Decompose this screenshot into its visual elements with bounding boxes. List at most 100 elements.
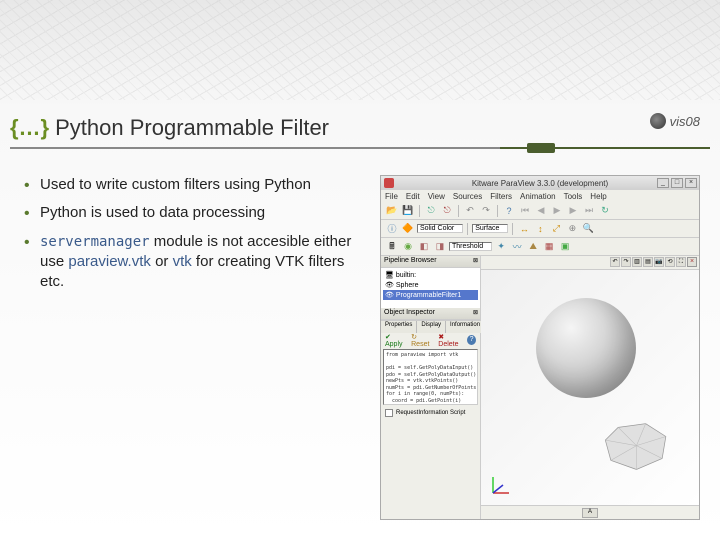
logo-sphere-icon	[650, 113, 666, 129]
reset-cam-icon[interactable]: ⟲	[665, 257, 675, 267]
script-textarea[interactable]: from paraview import vtk pdi = self.GetP…	[383, 349, 478, 405]
help-icon[interactable]: ?	[502, 204, 516, 218]
threshold-dropdown[interactable]: Threshold	[449, 242, 492, 251]
brace-icon: {…}	[10, 115, 49, 141]
orientation-axes-icon	[489, 473, 513, 497]
menu-filters[interactable]: Filters	[490, 192, 512, 201]
apply-button[interactable]: ✔ Apply	[385, 333, 407, 348]
app-icon	[384, 178, 394, 188]
zoom-icon[interactable]: 🔍	[581, 222, 595, 236]
minimize-button[interactable]: _	[657, 178, 669, 188]
bullet-item: Python is used to data processing	[20, 203, 360, 223]
glyph-icon[interactable]: ✦	[494, 240, 508, 254]
calculator-icon[interactable]: 🖩	[385, 240, 399, 254]
loop-icon[interactable]: ↻	[598, 204, 612, 218]
pipeline-browser-header[interactable]: Pipeline Browser ⊠	[381, 256, 480, 268]
vcr-first-icon[interactable]: ⏮	[518, 204, 532, 218]
view-close-icon[interactable]: ×	[687, 257, 697, 267]
warp-icon[interactable]: ⛰	[526, 240, 540, 254]
menu-edit[interactable]: Edit	[406, 192, 420, 201]
clip-icon[interactable]: ◧	[417, 240, 431, 254]
stream-icon[interactable]: 〰	[510, 240, 524, 254]
undo-icon[interactable]: ↶	[463, 204, 477, 218]
bullet-item: servermanager module is not accesible ei…	[20, 232, 360, 293]
extract-icon[interactable]: ▣	[558, 240, 572, 254]
tree-item-filter[interactable]: 👁 ProgrammableFilter1	[383, 290, 478, 300]
object-inspector-header[interactable]: Object Inspector ⊠	[381, 308, 480, 320]
content-area: Used to write custom filters using Pytho…	[20, 175, 700, 520]
delete-button[interactable]: ✖ Delete	[438, 333, 463, 348]
slide-title: Python Programmable Filter	[55, 115, 329, 141]
split-h-icon[interactable]: ▥	[632, 257, 642, 267]
texture-overlay	[0, 0, 720, 100]
menu-sources[interactable]: Sources	[453, 192, 482, 201]
viewport: ↶ ↷ ▥ ▤ 📷 ⟲ ⛶ ×	[481, 256, 699, 519]
tree-item-builtin[interactable]: 🖥 builtin:	[383, 270, 478, 280]
tree-item-sphere[interactable]: 👁 Sphere	[383, 280, 478, 290]
bullet-item: Used to write custom filters using Pytho…	[20, 175, 360, 195]
toolbar-separator	[458, 205, 459, 217]
app-body: Pipeline Browser ⊠ 🖥 builtin: 👁 Sphere 👁…	[381, 256, 699, 519]
annotation-button[interactable]: A	[582, 508, 598, 518]
pane-close-icon[interactable]: ⊠	[473, 257, 478, 264]
toolbar-secondary: ⓘ 🔶 Solid Color Surface ↔ ↕ ⤢ ⊕ 🔍	[381, 220, 699, 238]
render-view[interactable]	[481, 270, 699, 505]
contour-icon[interactable]: ◉	[401, 240, 415, 254]
menu-file[interactable]: File	[385, 192, 398, 201]
toolbar-filters: 🖩 ◉ ◧ ◨ Threshold ✦ 〰 ⛰ ▦ ▣	[381, 238, 699, 256]
tab-display[interactable]: Display	[417, 321, 446, 333]
window-title: Kitware ParaView 3.3.0 (development)	[472, 179, 608, 188]
reset-button[interactable]: ↻ Reset	[411, 333, 434, 348]
tab-information[interactable]: Information	[446, 321, 485, 333]
vcr-fwd-icon[interactable]: ▶	[566, 204, 580, 218]
center-icon[interactable]: ⊕	[565, 222, 579, 236]
color-by-dropdown[interactable]: Solid Color	[417, 224, 463, 233]
inspector-buttons: ✔ Apply ↻ Reset ✖ Delete ?	[381, 333, 480, 347]
pipeline-tree[interactable]: 🖥 builtin: 👁 Sphere 👁 ProgrammableFilter…	[381, 268, 480, 308]
split-v-icon[interactable]: ▤	[643, 257, 653, 267]
group-icon[interactable]: ▦	[542, 240, 556, 254]
maximize-button[interactable]: □	[671, 178, 683, 188]
axis-y-icon[interactable]: ↕	[533, 222, 547, 236]
color-icon[interactable]: 🔶	[401, 222, 415, 236]
link-term: vtk	[173, 253, 192, 270]
vcr-last-icon[interactable]: ⏭	[582, 204, 596, 218]
pane-close-icon[interactable]: ⊠	[473, 309, 478, 316]
disconnect-icon[interactable]: ⎋	[440, 204, 454, 218]
axis-z-icon[interactable]: ⤢	[549, 222, 563, 236]
object-inspector: Properties Display Information ✔ Apply ↻…	[381, 320, 480, 519]
bullet-list: Used to write custom filters using Pytho…	[20, 175, 360, 520]
title-row: {…} Python Programmable Filter vis08	[10, 115, 710, 141]
slice-icon[interactable]: ◨	[433, 240, 447, 254]
menu-tools[interactable]: Tools	[564, 192, 583, 201]
checkbox-row: RequestInformation Script	[381, 407, 480, 419]
vcr-back-icon[interactable]: ◀	[534, 204, 548, 218]
connect-icon[interactable]: ⎋	[424, 204, 438, 218]
close-button[interactable]: ×	[685, 178, 697, 188]
open-icon[interactable]: 📂	[385, 204, 399, 218]
undo-cam-icon[interactable]: ↶	[610, 257, 620, 267]
info-icon[interactable]: ⓘ	[385, 222, 399, 236]
redo-cam-icon[interactable]: ↷	[621, 257, 631, 267]
help-button[interactable]: ?	[467, 335, 476, 345]
menu-view[interactable]: View	[428, 192, 445, 201]
redo-icon[interactable]: ↷	[479, 204, 493, 218]
menu-help[interactable]: Help	[590, 192, 606, 201]
vcr-play-icon[interactable]: ▶	[550, 204, 564, 218]
tab-properties[interactable]: Properties	[381, 321, 417, 333]
maximize-view-icon[interactable]: ⛶	[676, 257, 686, 267]
paraview-window: Kitware ParaView 3.3.0 (development) _ □…	[380, 175, 700, 520]
sphere-geometry	[536, 298, 636, 398]
brand-text: vis08	[670, 114, 700, 129]
checkbox[interactable]	[385, 409, 393, 417]
save-icon[interactable]: 💾	[401, 204, 415, 218]
menu-animation[interactable]: Animation	[520, 192, 556, 201]
window-titlebar[interactable]: Kitware ParaView 3.3.0 (development) _ □…	[381, 176, 699, 190]
camera-icon[interactable]: 📷	[654, 257, 664, 267]
checkbox-label: RequestInformation Script	[396, 410, 465, 416]
toolbar-main: 📂 💾 ⎋ ⎋ ↶ ↷ ? ⏮ ◀ ▶ ▶ ⏭ ↻	[381, 202, 699, 220]
representation-dropdown[interactable]: Surface	[472, 224, 508, 233]
axis-x-icon[interactable]: ↔	[517, 222, 531, 236]
menubar: File Edit View Sources Filters Animation…	[381, 190, 699, 202]
toolbar-separator	[419, 205, 420, 217]
